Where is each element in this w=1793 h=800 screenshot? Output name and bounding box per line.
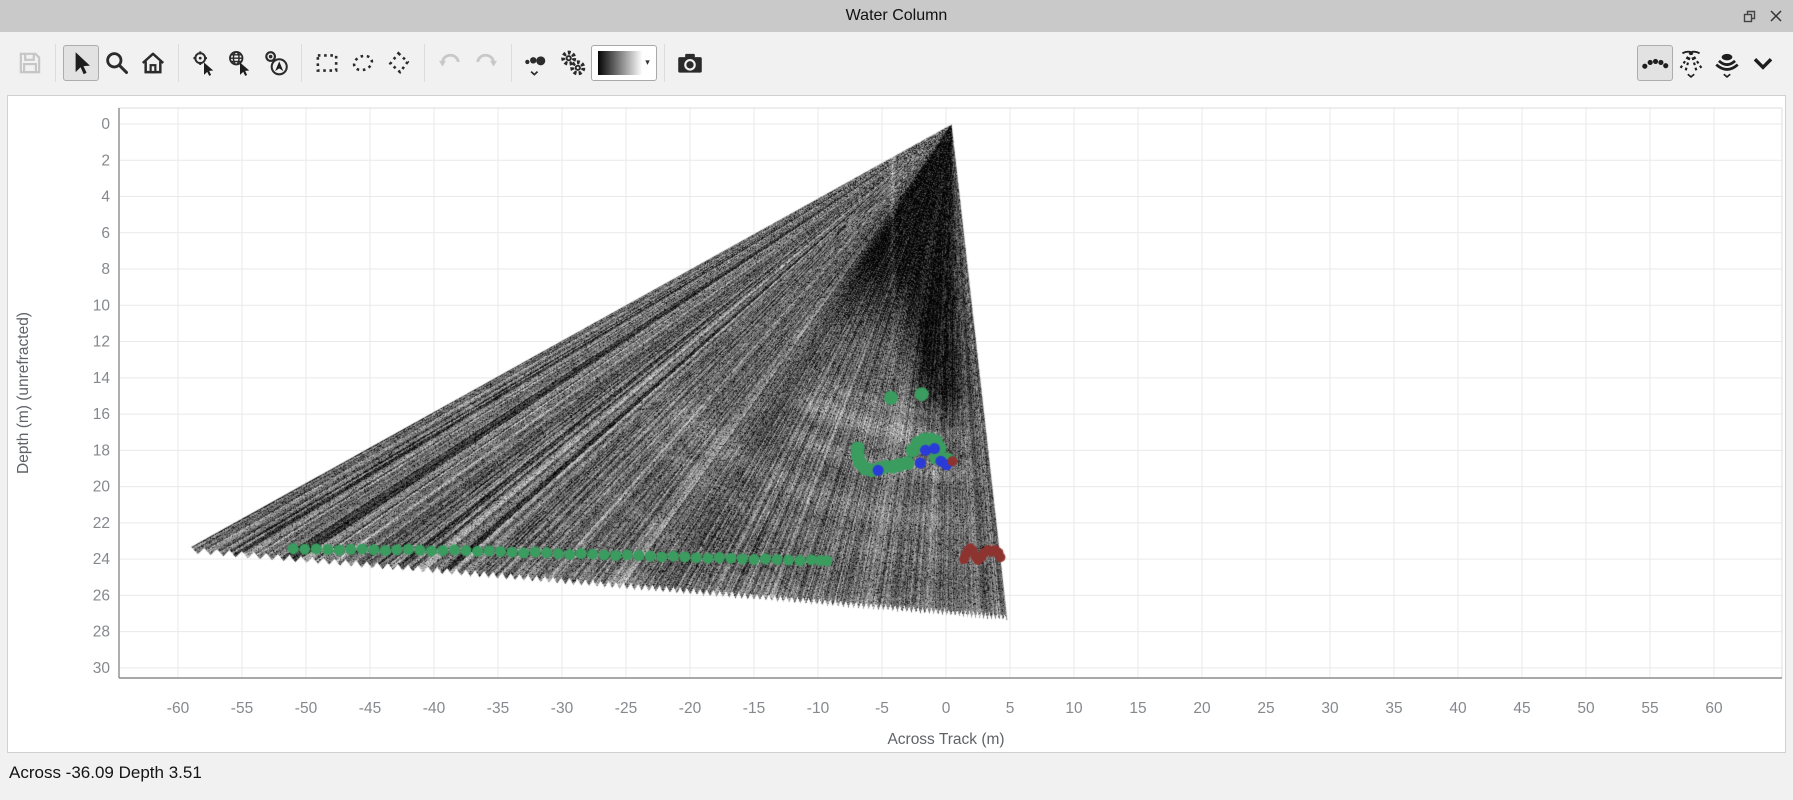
pick-point-button[interactable]: [186, 45, 222, 81]
select-rectangle-button[interactable]: [309, 45, 345, 81]
chevron-down-icon: [1753, 57, 1773, 70]
show-soundings-button[interactable]: [1637, 44, 1673, 81]
title-bar: Water Column: [0, 0, 1793, 32]
pick-geo-button[interactable]: [222, 45, 258, 81]
separator: [511, 43, 512, 82]
pointer-tool-button[interactable]: [63, 44, 99, 81]
point-size-button[interactable]: [519, 45, 555, 81]
undo-icon: [439, 53, 460, 67]
cursor-position-readout: Across -36.09 Depth 3.51: [9, 763, 202, 782]
save-button: [12, 45, 48, 81]
collapse-toolbar-button[interactable]: [1745, 45, 1781, 81]
window-title: Water Column: [845, 7, 948, 24]
dashed-ellipse-icon: [352, 54, 374, 71]
gears-icon: [561, 50, 586, 75]
home-view-button[interactable]: [135, 45, 171, 81]
colormap-gradient-swatch: [598, 50, 643, 75]
close-icon[interactable]: [1769, 9, 1783, 23]
water-column-plot: 024681012141618202224262830-60-55-50-45-…: [7, 95, 1786, 753]
globe-pick-icon: [229, 50, 250, 76]
point-size-icon: [525, 55, 546, 76]
separator: [301, 43, 302, 82]
redo-button: [468, 45, 504, 81]
dashed-polygon-icon: [388, 50, 410, 74]
swath-display-button[interactable]: [1709, 45, 1745, 81]
pick-nav-button[interactable]: [258, 45, 294, 81]
water-column-window: Water Column ▾ Across -36.09 Depth 3.51: [0, 0, 1793, 800]
separator: [664, 43, 665, 82]
water-column-fan-canvas[interactable]: [8, 96, 1785, 752]
separator: [55, 43, 56, 82]
snapshot-button[interactable]: [672, 45, 708, 81]
dropdown-arrow-icon: ▾: [645, 57, 650, 67]
select-ellipse-button[interactable]: [345, 45, 381, 81]
undo-button: [432, 45, 468, 81]
magnifier-icon: [106, 51, 128, 74]
home-icon: [141, 52, 165, 73]
select-polygon-button[interactable]: [381, 45, 417, 81]
save-icon: [19, 52, 41, 73]
separator: [178, 43, 179, 82]
dashed-rectangle-icon: [316, 53, 338, 72]
beam-fan-icon: [1679, 50, 1703, 78]
cursor-icon: [75, 51, 90, 74]
status-bar: Across -36.09 Depth 3.51: [0, 753, 1793, 800]
redo-icon: [476, 53, 497, 67]
zoom-tool-button[interactable]: [99, 45, 135, 81]
soundings-arc-icon: [1642, 58, 1669, 69]
beam-display-button[interactable]: [1673, 45, 1709, 81]
record-compass-icon: [265, 50, 288, 75]
settings-button[interactable]: [555, 45, 591, 81]
separator: [424, 43, 425, 82]
toolbar: ▾: [0, 32, 1793, 93]
swath-arcs-icon: [1715, 53, 1739, 78]
camera-icon: [678, 53, 702, 73]
float-window-icon[interactable]: [1742, 9, 1757, 24]
colormap-dropdown[interactable]: ▾: [591, 44, 657, 81]
window-controls: [1742, 0, 1783, 32]
crosshair-pick-icon: [193, 50, 214, 76]
